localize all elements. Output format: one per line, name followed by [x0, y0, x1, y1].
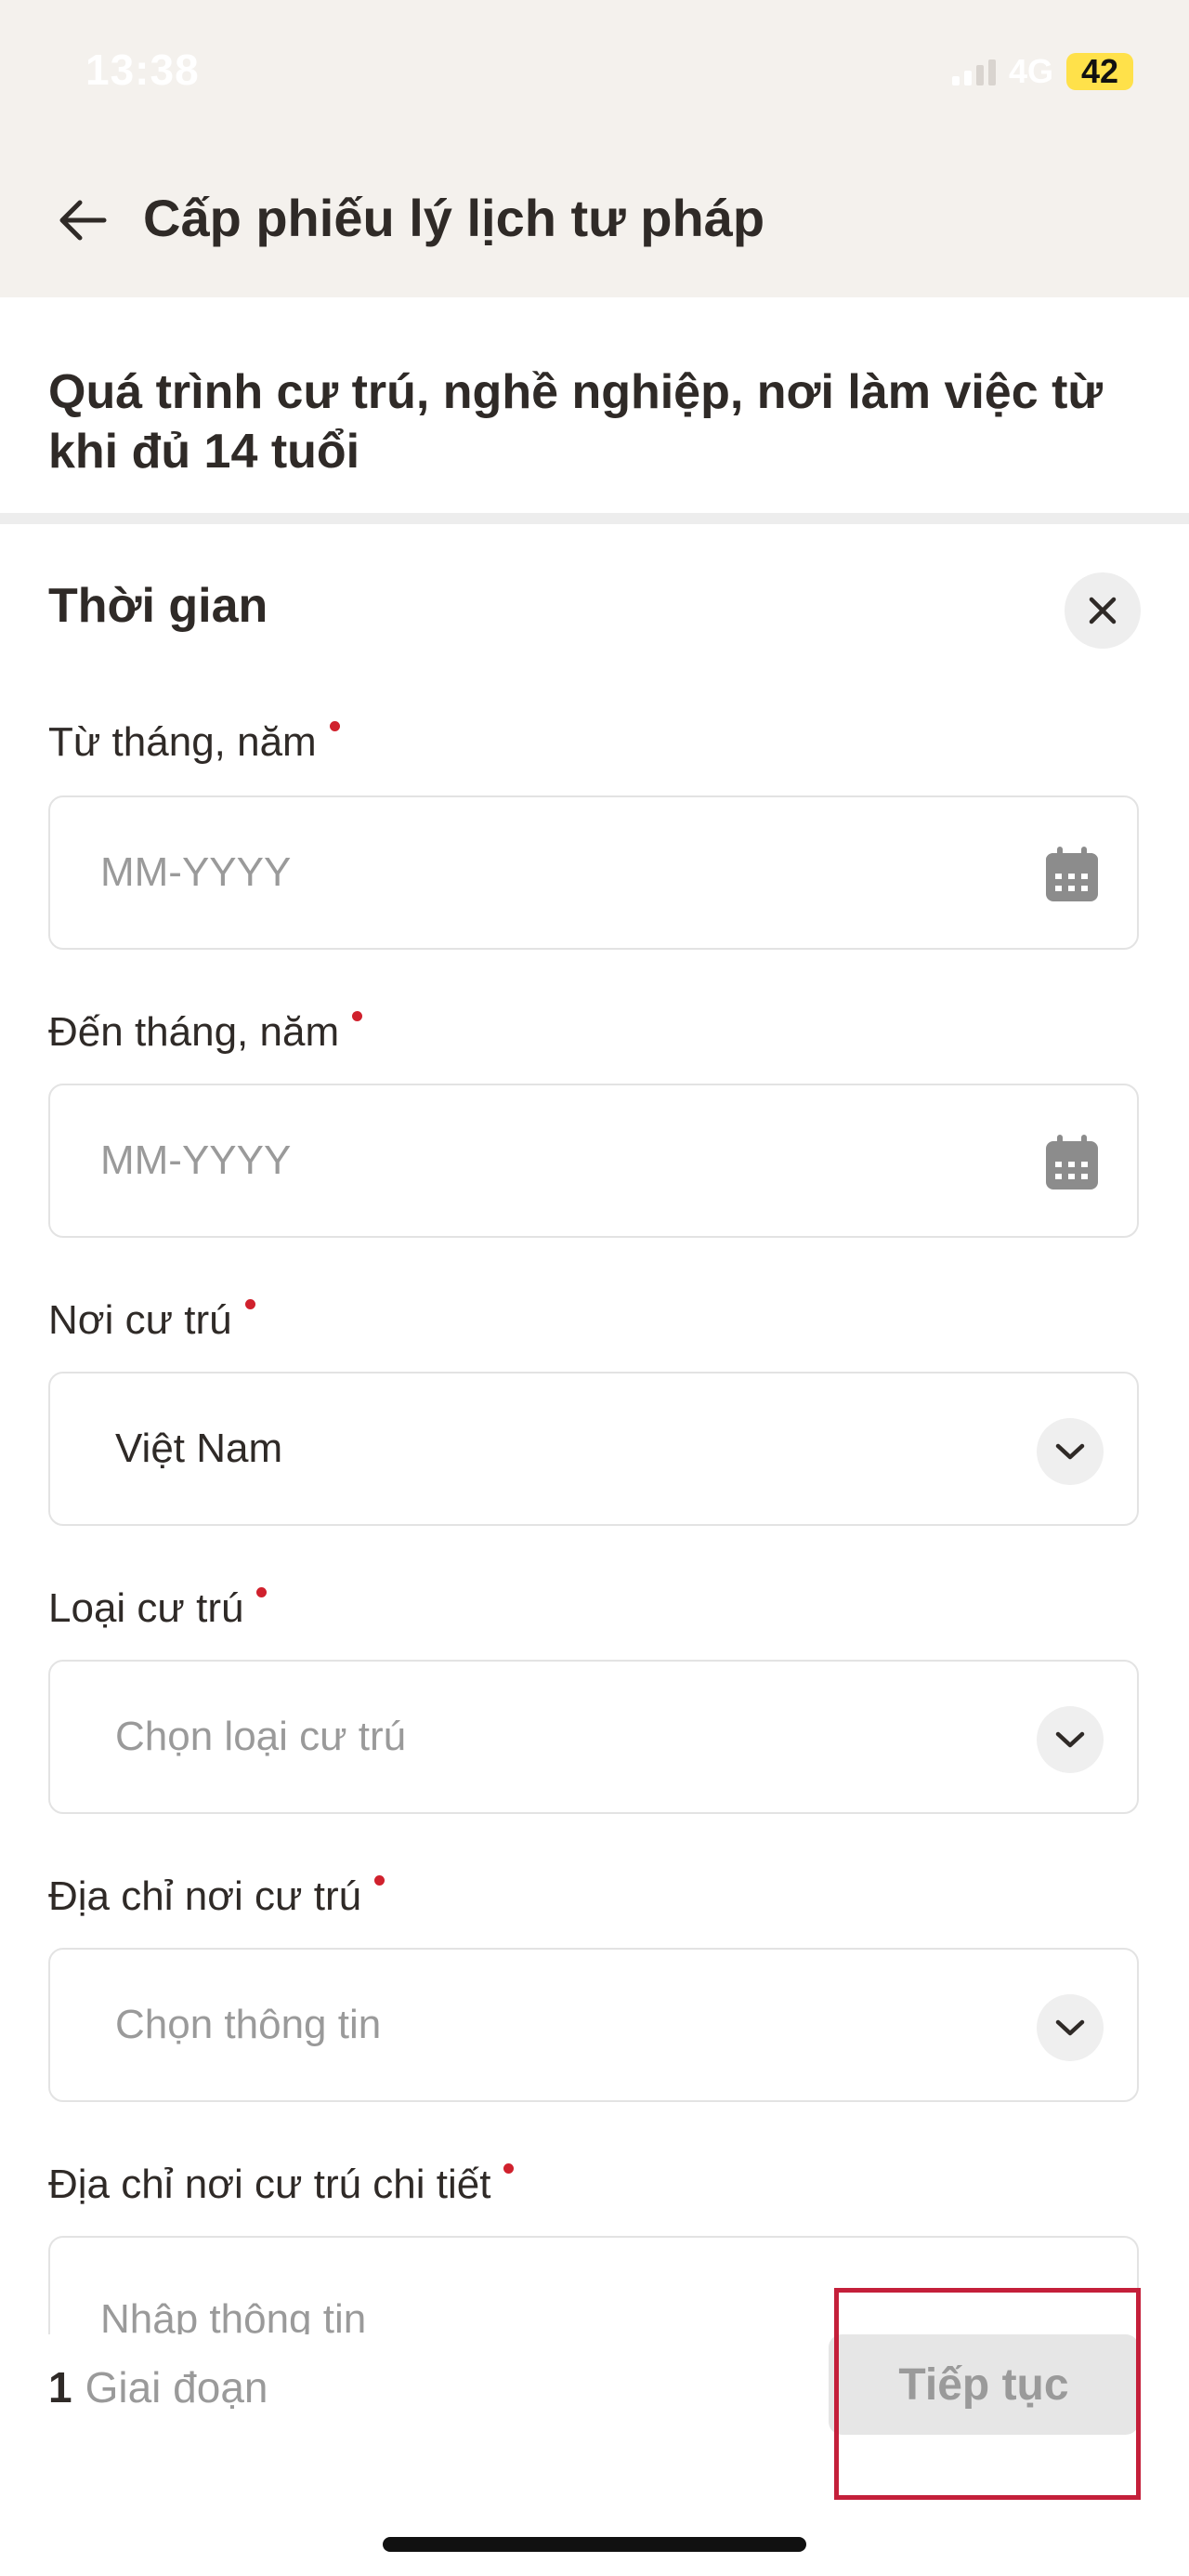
- network-type: 4G: [1008, 52, 1053, 90]
- required-marker: [256, 1587, 268, 1597]
- residence-address-label: Địa chỉ nơi cư trú: [48, 1873, 385, 1920]
- chevron-down-icon[interactable]: [1037, 1706, 1104, 1773]
- header: 13:38 4G 42 Cấp phiếu lý lịch tư pháp: [0, 0, 1189, 297]
- from-date-placeholder: MM-YYYY: [100, 849, 292, 895]
- chevron-down-icon[interactable]: [1037, 1994, 1104, 2061]
- residence-address-placeholder: Chọn thông tin: [115, 2002, 382, 2047]
- step-number: 1: [48, 2363, 72, 2412]
- back-arrow-icon[interactable]: [54, 191, 111, 249]
- section-divider: [0, 513, 1189, 524]
- required-marker: [244, 1299, 255, 1309]
- residence-type-select[interactable]: Chọn loại cư trú: [48, 1660, 1139, 1814]
- close-button[interactable]: [1065, 572, 1141, 649]
- required-marker: [352, 1011, 363, 1021]
- required-marker: [503, 2163, 515, 2174]
- residence-address-select[interactable]: Chọn thông tin: [48, 1948, 1139, 2102]
- app-bar: Cấp phiếu lý lịch tư pháp: [0, 167, 1189, 269]
- highlight-box: [834, 2288, 1141, 2500]
- residence-place-select[interactable]: Việt Nam: [48, 1372, 1139, 1526]
- residence-type-placeholder: Chọn loại cư trú: [115, 1714, 407, 1759]
- calendar-icon[interactable]: [1044, 846, 1100, 903]
- residence-detail-label: Địa chỉ nơi cư trú chi tiết: [48, 2162, 515, 2208]
- residence-place-label: Nơi cư trú: [48, 1297, 255, 1344]
- required-marker: [374, 1875, 385, 1886]
- home-indicator[interactable]: [383, 2537, 806, 2552]
- calendar-icon[interactable]: [1044, 1134, 1100, 1191]
- residence-type-label: Loại cư trú: [48, 1585, 268, 1632]
- page-title: Cấp phiếu lý lịch tư pháp: [143, 189, 765, 247]
- from-date-field[interactable]: MM-YYYY: [48, 795, 1139, 950]
- status-indicators: 4G 42: [951, 52, 1133, 91]
- card-title: Thời gian: [48, 579, 268, 633]
- chevron-down-icon[interactable]: [1037, 1418, 1104, 1485]
- from-date-label: Từ tháng, năm: [48, 719, 340, 766]
- signal-icon: [951, 58, 996, 85]
- residence-place-value: Việt Nam: [115, 1426, 283, 1471]
- to-date-field[interactable]: MM-YYYY: [48, 1084, 1139, 1238]
- battery-icon: 42: [1066, 52, 1133, 90]
- required-marker: [329, 721, 340, 731]
- status-time: 13:38: [85, 46, 200, 94]
- to-date-label: Đến tháng, năm: [48, 1009, 363, 1056]
- section-title: Quá trình cư trú, nghề nghiệp, nơi làm v…: [48, 365, 1104, 479]
- step-indicator: 1 Giai đoạn: [48, 2362, 268, 2412]
- to-date-placeholder: MM-YYYY: [100, 1137, 292, 1183]
- step-label: Giai đoạn: [85, 2363, 268, 2412]
- close-icon: [1089, 597, 1117, 624]
